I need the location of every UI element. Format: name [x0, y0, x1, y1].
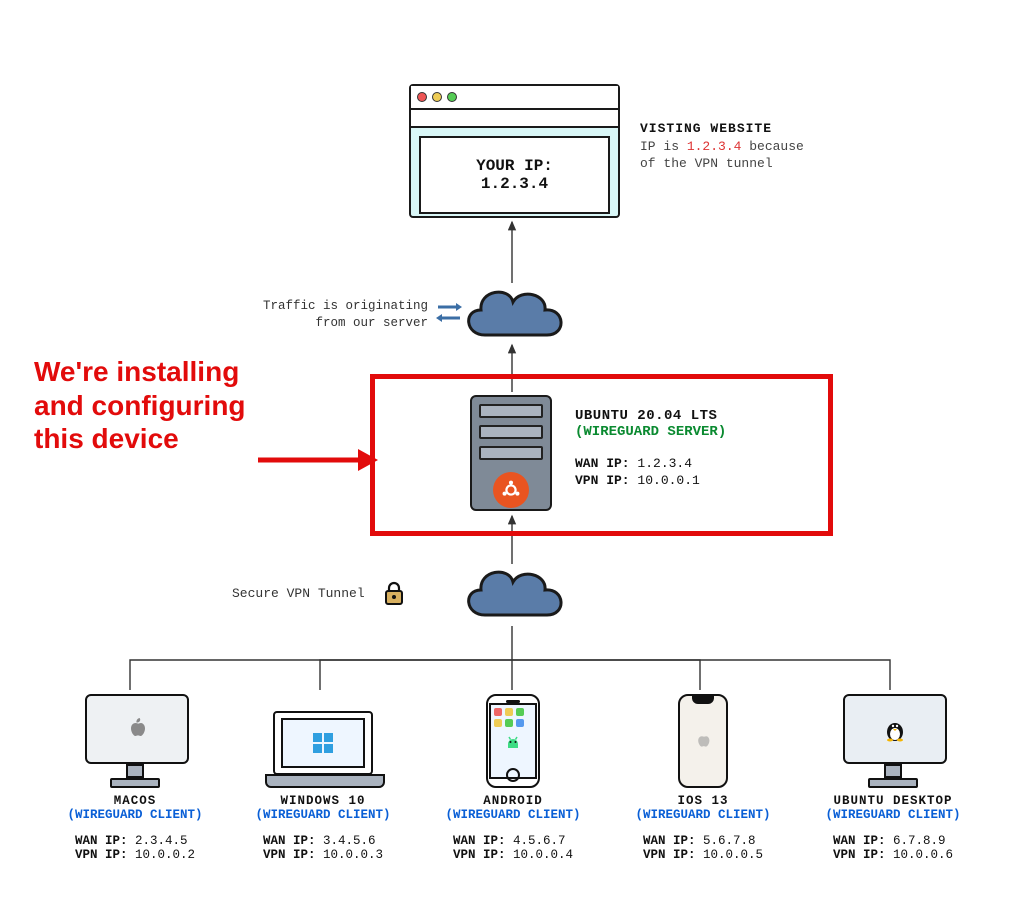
- server-slot: [479, 446, 543, 460]
- website-caption-line2: IP is 1.2.3.4 because: [640, 138, 900, 156]
- client-vpn-value: 10.0.0.4: [513, 848, 573, 862]
- server-vpn-ip: VPN IP: 10.0.0.1: [575, 473, 805, 488]
- client-wan-value: 6.7.8.9: [893, 834, 946, 848]
- client-vpn-label: VPN IP:: [643, 848, 696, 862]
- website-caption-title: VISTING WEBSITE: [640, 120, 900, 138]
- client-vpn-value: 10.0.0.6: [893, 848, 953, 862]
- server-slot: [479, 404, 543, 418]
- android-logo-icon: [504, 734, 522, 752]
- client-android: ANDROID (WIREGUARD CLIENT) WAN IP: 4.5.6…: [418, 692, 608, 862]
- client-wan-label: WAN IP:: [75, 834, 128, 848]
- traffic-origin-line1: Traffic is originating: [203, 298, 428, 315]
- client-ips: WAN IP: 3.4.5.6 VPN IP: 10.0.0.3: [263, 834, 383, 862]
- browser-ip-label: YOUR IP:: [476, 157, 553, 175]
- client-wan-value: 2.3.4.5: [135, 834, 188, 848]
- client-name: MACOS: [40, 794, 230, 808]
- client-wan-value: 4.5.6.7: [513, 834, 566, 848]
- cloud-bottom-icon: [455, 560, 570, 630]
- server-wan-label: WAN IP:: [575, 456, 630, 471]
- client-name: IOS 13: [608, 794, 798, 808]
- cloud-top-icon: [455, 280, 570, 350]
- server-vpn-value: 10.0.0.1: [637, 473, 699, 488]
- client-role: (WIREGUARD CLIENT): [608, 808, 798, 822]
- tux-penguin-icon: [883, 716, 907, 742]
- client-role: (WIREGUARD CLIENT): [40, 808, 230, 822]
- imac-icon: [40, 692, 230, 788]
- client-wan-label: WAN IP:: [453, 834, 506, 848]
- server-wan-value: 1.2.3.4: [637, 456, 692, 471]
- client-vpn-label: VPN IP:: [453, 848, 506, 862]
- client-vpn-value: 10.0.0.2: [135, 848, 195, 862]
- server-vpn-label: VPN IP:: [575, 473, 630, 488]
- diagram-stage: YOUR IP: 1.2.3.4 VISTING WEBSITE IP is 1…: [0, 0, 1024, 911]
- server-os: UBUNTU 20.04 LTS: [575, 408, 805, 424]
- client-role: (WIREGUARD CLIENT): [798, 808, 988, 822]
- browser-titlebar: [411, 86, 618, 110]
- callout-line1: We're installing: [34, 355, 324, 389]
- client-wan-value: 5.6.7.8: [703, 834, 756, 848]
- client-wan-value: 3.4.5.6: [323, 834, 376, 848]
- client-role: (WIREGUARD CLIENT): [228, 808, 418, 822]
- client-vpn-label: VPN IP:: [75, 848, 128, 862]
- vpn-tunnel-label: Secure VPN Tunnel: [232, 586, 365, 601]
- client-name: UBUNTU DESKTOP: [798, 794, 988, 808]
- browser-ip-value: 1.2.3.4: [481, 175, 548, 193]
- client-vpn-value: 10.0.0.5: [703, 848, 763, 862]
- apple-logo-icon: [127, 717, 147, 741]
- website-caption: VISTING WEBSITE IP is 1.2.3.4 because of…: [640, 120, 900, 173]
- client-wan-label: WAN IP:: [833, 834, 886, 848]
- client-macos: MACOS (WIREGUARD CLIENT) WAN IP: 2.3.4.5…: [40, 692, 230, 862]
- traffic-origin-line2: from our server: [203, 315, 428, 332]
- ubuntu-logo-icon: [493, 472, 529, 508]
- server-role: (WIREGUARD SERVER): [575, 424, 805, 440]
- client-ips: WAN IP: 6.7.8.9 VPN IP: 10.0.0.6: [833, 834, 953, 862]
- website-caption-line3: of the VPN tunnel: [640, 155, 900, 173]
- iphone-icon: [608, 692, 798, 788]
- client-name: WINDOWS 10: [228, 794, 418, 808]
- website-caption-ip: 1.2.3.4: [687, 139, 742, 154]
- client-ios: IOS 13 (WIREGUARD CLIENT) WAN IP: 5.6.7.…: [608, 692, 798, 862]
- browser-body: YOUR IP: 1.2.3.4: [419, 136, 610, 214]
- browser-urlbar: [411, 110, 618, 128]
- client-windows: WINDOWS 10 (WIREGUARD CLIENT) WAN IP: 3.…: [228, 692, 418, 862]
- client-ips: WAN IP: 2.3.4.5 VPN IP: 10.0.0.2: [75, 834, 195, 862]
- window-zoom-icon: [447, 92, 457, 102]
- callout-line2: and configuring: [34, 389, 324, 423]
- client-wan-label: WAN IP:: [643, 834, 696, 848]
- apple-logo-icon: [695, 731, 711, 751]
- website-caption-part-a: IP is: [640, 139, 687, 154]
- browser-window: YOUR IP: 1.2.3.4: [409, 84, 620, 218]
- lock-icon: [382, 580, 406, 610]
- server-wan-ip: WAN IP: 1.2.3.4: [575, 456, 805, 471]
- server-icon: [470, 395, 552, 511]
- client-name: ANDROID: [418, 794, 608, 808]
- window-close-icon: [417, 92, 427, 102]
- imac-icon: [798, 692, 988, 788]
- window-minimize-icon: [432, 92, 442, 102]
- client-vpn-label: VPN IP:: [833, 848, 886, 862]
- callout-arrow-icon: [258, 445, 378, 475]
- client-ubuntu-desktop: UBUNTU DESKTOP (WIREGUARD CLIENT) WAN IP…: [798, 692, 988, 862]
- server-slot: [479, 425, 543, 439]
- server-info: UBUNTU 20.04 LTS (WIREGUARD SERVER) WAN …: [575, 408, 805, 488]
- traffic-origin-label: Traffic is originating from our server: [203, 298, 428, 332]
- client-wan-label: WAN IP:: [263, 834, 316, 848]
- client-ips: WAN IP: 5.6.7.8 VPN IP: 10.0.0.5: [643, 834, 763, 862]
- client-role: (WIREGUARD CLIENT): [418, 808, 608, 822]
- android-phone-icon: [418, 692, 608, 788]
- bidirectional-arrows-icon: [436, 300, 462, 330]
- laptop-icon: [228, 692, 418, 788]
- client-vpn-label: VPN IP:: [263, 848, 316, 862]
- client-ips: WAN IP: 4.5.6.7 VPN IP: 10.0.0.4: [453, 834, 573, 862]
- client-vpn-value: 10.0.0.3: [323, 848, 383, 862]
- callout-text: We're installing and configuring this de…: [34, 355, 324, 456]
- website-caption-part-b: because: [741, 139, 803, 154]
- windows-logo-icon: [312, 732, 334, 754]
